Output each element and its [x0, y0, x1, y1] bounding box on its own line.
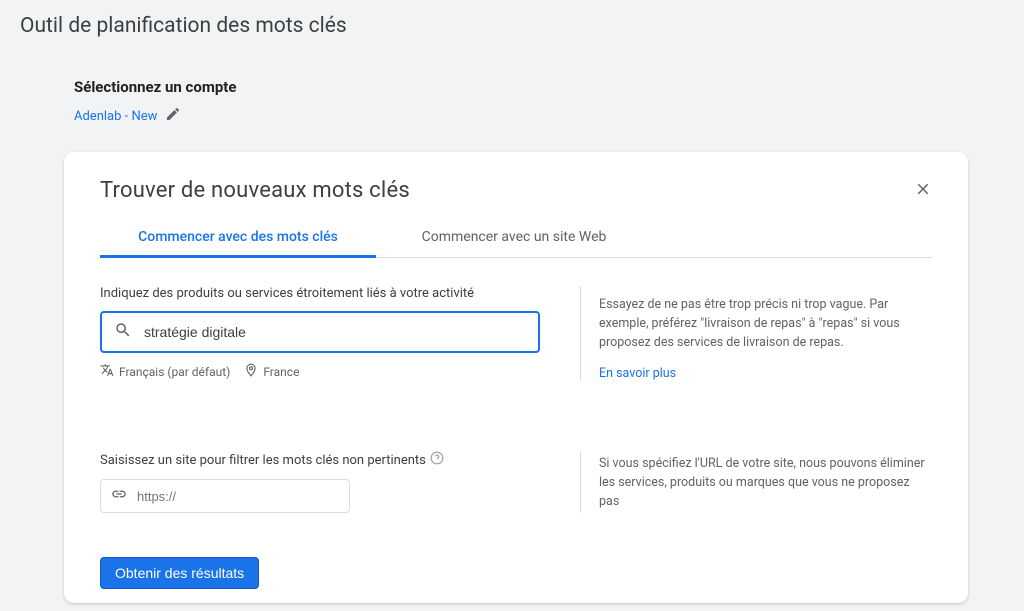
url-help-text: Si vous spécifiez l'URL de votre site, n…: [599, 455, 932, 511]
url-right: Si vous spécifiez l'URL de votre site, n…: [580, 451, 932, 513]
card-title: Trouver de nouveaux mots clés: [100, 178, 410, 203]
account-heading: Sélectionnez un compte: [74, 78, 1024, 96]
submit-button[interactable]: Obtenir des résultats: [100, 557, 259, 589]
location-label: France: [263, 365, 299, 379]
help-icon[interactable]: [430, 451, 444, 469]
keywords-input-wrap[interactable]: [100, 311, 540, 353]
card-header: Trouver de nouveaux mots clés: [100, 178, 932, 203]
search-icon: [114, 321, 132, 343]
learn-more-link[interactable]: En savoir plus: [599, 366, 676, 381]
url-input[interactable]: [137, 489, 339, 504]
keywords-field-label: Indiquez des produits ou services étroit…: [100, 286, 540, 301]
language-selector[interactable]: Français (par défaut): [100, 363, 230, 380]
url-left: Saisissez un site pour filtrer les mots …: [100, 451, 540, 513]
pencil-icon[interactable]: [165, 106, 181, 126]
keyword-card: Trouver de nouveaux mots clés Commencer …: [64, 152, 968, 603]
keywords-form-left: Indiquez des produits ou services étroit…: [100, 286, 540, 381]
page-title: Outil de planification des mots clés: [20, 14, 1004, 38]
account-link[interactable]: Adenlab - New: [74, 109, 157, 124]
language-label: Français (par défaut): [119, 365, 230, 379]
tabs: Commencer avec des mots clés Commencer a…: [100, 217, 932, 258]
account-row: Adenlab - New: [74, 106, 1024, 126]
page-header: Outil de planification des mots clés: [0, 0, 1024, 48]
keywords-form-section: Indiquez des produits ou services étroit…: [100, 286, 932, 381]
location-selector[interactable]: France: [244, 363, 299, 380]
url-label-text: Saisissez un site pour filtrer les mots …: [100, 453, 426, 468]
link-icon: [111, 486, 127, 506]
keywords-help-text: Essayez de ne pas être trop précis ni tr…: [599, 296, 932, 352]
meta-row: Français (par défaut) France: [100, 363, 540, 380]
keywords-form-right: Essayez de ne pas être trop précis ni tr…: [580, 286, 932, 381]
keywords-input[interactable]: [144, 324, 526, 340]
close-icon[interactable]: [914, 178, 932, 202]
account-section: Sélectionnez un compte Adenlab - New: [0, 48, 1024, 126]
tab-website[interactable]: Commencer avec un site Web: [376, 217, 652, 257]
translate-icon: [100, 363, 114, 380]
tab-keywords[interactable]: Commencer avec des mots clés: [100, 217, 376, 257]
location-icon: [244, 363, 258, 380]
url-input-wrap[interactable]: [100, 479, 350, 513]
url-field-label: Saisissez un site pour filtrer les mots …: [100, 451, 540, 469]
url-section: Saisissez un site pour filtrer les mots …: [100, 451, 932, 513]
